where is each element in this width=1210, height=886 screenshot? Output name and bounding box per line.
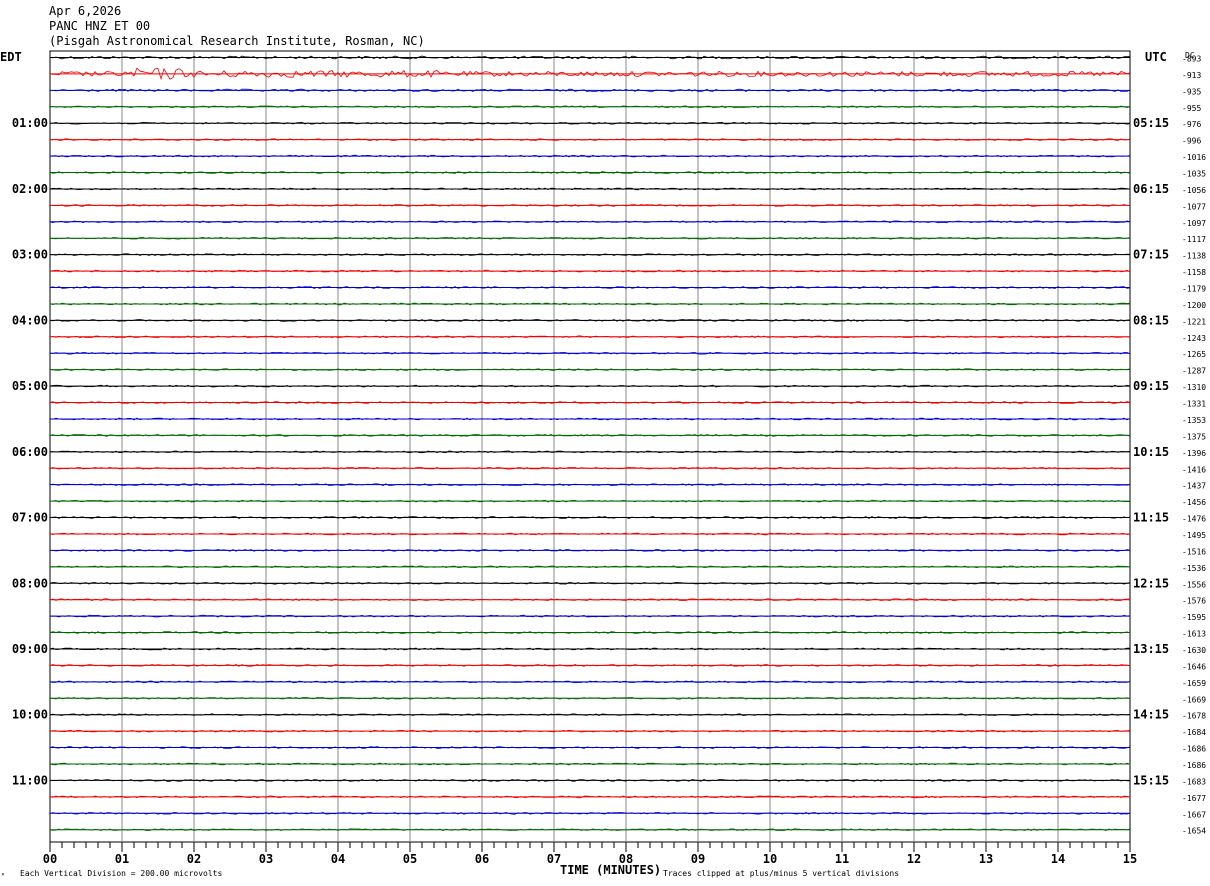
x-tick-label: 10	[763, 852, 777, 866]
x-tick-label: 05	[403, 852, 417, 866]
dc-offset-label: -1654	[1182, 827, 1206, 836]
edt-hour-label: 02:00	[12, 182, 48, 196]
dc-offset-label: -1331	[1182, 400, 1206, 409]
dc-offset-label: -1097	[1182, 219, 1206, 228]
trace-signal	[49, 220, 1131, 224]
utc-hour-label: 09:15	[1133, 379, 1169, 393]
dc-offset-label: -1077	[1182, 202, 1206, 211]
utc-axis-label: UTC	[1145, 50, 1167, 64]
edt-hour-label: 01:00	[12, 116, 48, 130]
dc-offset-label: -893	[1182, 55, 1201, 64]
dc-offset-label: -1287	[1182, 367, 1206, 376]
dc-offset-label: -1686	[1182, 745, 1206, 754]
edt-hour-label: 05:00	[12, 379, 48, 393]
dc-offset-label: -1678	[1182, 712, 1206, 721]
utc-hour-label: 11:15	[1133, 511, 1169, 525]
dc-offset-label: -1659	[1182, 679, 1206, 688]
edt-hour-label: 08:00	[12, 576, 48, 590]
dc-offset-label: -1179	[1182, 285, 1206, 294]
utc-hour-label: 15:15	[1133, 773, 1169, 787]
dc-offset-label: -1686	[1182, 761, 1206, 770]
trace-signal	[49, 746, 1131, 749]
utc-hour-label: 12:15	[1133, 576, 1169, 590]
dc-offset-label: -1476	[1182, 515, 1206, 524]
trace-signal	[49, 664, 1131, 667]
dc-offset-label: -1056	[1182, 186, 1206, 195]
edt-hour-label: 03:00	[12, 248, 48, 262]
edt-hour-label: 07:00	[12, 511, 48, 525]
x-tick-label: 11	[835, 852, 849, 866]
edt-hour-label: 04:00	[12, 313, 48, 327]
dc-offset-label: -1396	[1182, 449, 1206, 458]
x-tick-label: 00	[43, 852, 57, 866]
dc-offset-label: -1684	[1182, 728, 1206, 737]
x-tick-label: 15	[1123, 852, 1137, 866]
dc-offset-label: -1595	[1182, 613, 1206, 622]
x-tick-label: 12	[907, 852, 921, 866]
dc-offset-label: -1265	[1182, 350, 1206, 359]
utc-hour-label: 08:15	[1133, 313, 1169, 327]
utc-hour-label: 07:15	[1133, 248, 1169, 262]
trace-signal	[49, 516, 1131, 519]
dc-offset-label: -1669	[1182, 695, 1206, 704]
x-tick-label: 13	[979, 852, 993, 866]
dc-offset-label: -1677	[1182, 794, 1206, 803]
dc-offset-label: -913	[1182, 71, 1201, 80]
utc-hour-label: 14:15	[1133, 708, 1169, 722]
dc-offset-label: -1630	[1182, 646, 1206, 655]
x-tick-label: 09	[691, 852, 705, 866]
trace-signal	[49, 532, 1131, 536]
clip-note: Traces clipped at plus/minus 5 vertical …	[663, 869, 899, 878]
edt-axis-label: EDT	[0, 50, 22, 64]
dc-offset-label: -1243	[1182, 334, 1206, 343]
dc-offset-label: -1117	[1182, 235, 1206, 244]
dc-offset-label: -1576	[1182, 597, 1206, 606]
edt-hour-label: 10:00	[12, 708, 48, 722]
dc-offset-label: -1221	[1182, 317, 1206, 326]
edt-hour-label: 11:00	[12, 773, 48, 787]
x-tick-label: 14	[1051, 852, 1065, 866]
dc-offset-label: -1375	[1182, 432, 1206, 441]
dc-offset-label: -1536	[1182, 564, 1206, 573]
dc-offset-label: -1516	[1182, 547, 1206, 556]
x-tick-label: 06	[475, 852, 489, 866]
dc-offset-label: -976	[1182, 120, 1201, 129]
dc-offset-label: -1035	[1182, 170, 1206, 179]
seismogram-plot: EDT UTC DC01:0002:0003:0004:0005:0006:0007…	[0, 50, 1206, 880]
scale-note: Each Vertical Division = 200.00 microvol…	[20, 869, 222, 878]
dc-offset-label: -1310	[1182, 383, 1206, 392]
dc-offset-label: -1158	[1182, 268, 1206, 277]
edt-hour-label: 06:00	[12, 445, 48, 459]
dc-offset-label: -1016	[1182, 153, 1206, 162]
corner-mark-icon: ᴿ	[1, 872, 5, 880]
dc-offset-label: -1437	[1182, 482, 1206, 491]
dc-offset-label: -1556	[1182, 580, 1206, 589]
dc-offset-label: -1683	[1182, 777, 1206, 786]
dc-offset-label: -1200	[1182, 301, 1206, 310]
dc-offset-label: -935	[1182, 87, 1201, 96]
dc-offset-label: -1138	[1182, 252, 1206, 261]
plot-frame	[49, 50, 1131, 843]
dc-offset-label: -996	[1182, 137, 1201, 146]
utc-hour-label: 10:15	[1133, 445, 1169, 459]
dc-offset-label: -1353	[1182, 416, 1206, 425]
dc-offset-label: -1613	[1182, 630, 1206, 639]
utc-hour-label: 05:15	[1133, 116, 1169, 130]
dc-offset-label: -955	[1182, 104, 1201, 113]
x-tick-label: 01	[115, 852, 129, 866]
dc-offset-label: -1495	[1182, 531, 1206, 540]
utc-hour-label: 06:15	[1133, 182, 1169, 196]
dc-offset-label: -1456	[1182, 498, 1206, 507]
dc-offset-label: -1667	[1182, 810, 1206, 819]
edt-hour-label: 09:00	[12, 642, 48, 656]
utc-hour-label: 13:15	[1133, 642, 1169, 656]
dc-offset-label: -1416	[1182, 465, 1206, 474]
x-axis-title: TIME (MINUTES)	[560, 863, 661, 877]
x-tick-label: 02	[187, 852, 201, 866]
dc-offset-label: -1646	[1182, 662, 1206, 671]
x-tick-label: 03	[259, 852, 273, 866]
x-tick-label: 04	[331, 852, 345, 866]
